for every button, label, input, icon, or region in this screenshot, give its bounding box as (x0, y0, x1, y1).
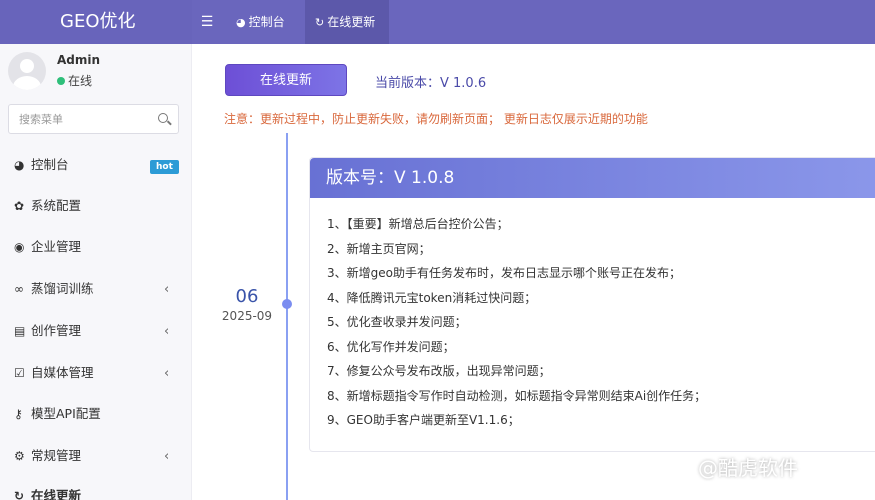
sidebar-item-label: 控制台 (31, 157, 69, 172)
user-circle-icon: ◉ (14, 240, 25, 254)
update-notice: 注意：更新过程中，防止更新失败，请勿刷新页面； 更新日志仅展示近期的功能 (224, 112, 648, 126)
checkbox-icon: ☑ (14, 366, 25, 380)
tab-dashboard[interactable]: ◕ 控制台 (236, 0, 302, 44)
hot-badge: hot (150, 160, 179, 174)
refresh-icon: ↻ (315, 16, 325, 29)
sidebar-item-label: 自媒体管理 (31, 365, 94, 380)
timeline-month: 2025-09 (221, 309, 273, 323)
avatar[interactable] (8, 52, 46, 90)
list-item: 6、优化写作并发问题； (327, 339, 455, 354)
list-item: 2、新增主页官网； (327, 241, 431, 256)
current-version: 当前版本：V 1.0.6 (375, 76, 487, 91)
sidebar-item-dashboard[interactable]: ◕ 控制台 hot (0, 145, 191, 185)
sidebar-item-self-media[interactable]: ☑ 自媒体管理 ‹ (0, 353, 191, 393)
sidebar-item-label: 常规管理 (31, 448, 82, 463)
watermark: @酷虎软件 (698, 456, 798, 480)
search-input[interactable] (9, 105, 149, 133)
sidebar-item-label: 模型API配置 (31, 406, 101, 421)
dashboard-icon: ◕ (236, 16, 246, 29)
dashboard-icon: ◕ (14, 158, 25, 172)
gears-icon: ⚙ (14, 449, 25, 463)
gear-icon: ✿ (14, 199, 25, 213)
sidebar-item-label: 蒸馏词训练 (31, 281, 94, 296)
user-status-label: 在线 (68, 74, 93, 88)
timeline-day: 06 (235, 286, 259, 307)
timeline-dot (282, 299, 292, 309)
sidebar-item-label: 系统配置 (31, 198, 82, 213)
list-item: 7、修复公众号发布改版，出现异常问题； (327, 364, 551, 378)
chevron-left-icon: ‹ (164, 324, 170, 339)
changelog-card: 版本号：V 1.0.8 1、【重要】新增总后台控价公告； 2、新增主页官网； 3… (309, 157, 875, 452)
tab-dashboard-label: 控制台 (248, 15, 285, 29)
user-status: 在线 (57, 72, 92, 89)
chevron-left-icon: ‹ (164, 449, 170, 464)
menu-search (8, 104, 179, 134)
timeline-line (286, 133, 288, 500)
tab-online-update-label: 在线更新 (327, 15, 376, 29)
sidebar-item-system-config[interactable]: ✿ 系统配置 (0, 186, 191, 226)
list-item: 8、新增标题指令写作时自动检测，如标题指令异常则结束Ai创作任务； (327, 388, 707, 403)
sidebar-item-content-creation[interactable]: ▤ 创作管理 ‹ (0, 311, 191, 351)
list-item: 5、优化查收录并发问题； (327, 315, 467, 329)
tab-online-update[interactable]: ↻ 在线更新 (305, 0, 389, 44)
chevron-left-icon: ‹ (164, 282, 170, 297)
chevron-left-icon: ‹ (164, 366, 170, 381)
sidebar-item-model-api[interactable]: ⚷ 模型API配置 (0, 394, 191, 434)
list-item: 1、【重要】新增总后台控价公告； (327, 217, 509, 231)
document-icon: ▤ (14, 324, 26, 338)
changelog-list: 1、【重要】新增总后台控价公告； 2、新增主页官网； 3、新增geo助手有任务发… (327, 215, 706, 436)
hamburger-icon[interactable]: ☰ (192, 0, 222, 44)
sidebar-item-label: 创作管理 (31, 323, 82, 338)
user-name: Admin (57, 53, 101, 67)
search-icon[interactable] (158, 113, 168, 123)
refresh-icon: ↻ (14, 489, 25, 500)
list-item: 9、GEO助手客户端更新至V1.1.6； (327, 413, 520, 427)
list-item: 4、降低腾讯元宝token消耗过快问题； (327, 290, 537, 305)
changelog-card-header: 版本号：V 1.0.8 (310, 158, 875, 198)
online-update-button[interactable]: 在线更新 (225, 64, 347, 96)
sidebar-item-enterprise[interactable]: ◉ 企业管理 (0, 227, 191, 267)
app-title: GEO优化 (0, 0, 192, 44)
version-title: 版本号：V 1.0.8 (326, 168, 455, 188)
online-status-dot (57, 77, 65, 85)
sidebar-item-online-update[interactable]: ↻ 在线更新 (0, 476, 191, 500)
sidebar-item-label: 企业管理 (31, 239, 82, 254)
sidebar-item-label: 在线更新 (31, 488, 82, 500)
list-item: 3、新增geo助手有任务发布时，发布日志显示哪个账号正在发布； (327, 266, 681, 280)
sidebar-item-general[interactable]: ⚙ 常规管理 ‹ (0, 436, 191, 476)
key-icon: ⚷ (14, 407, 23, 421)
sidebar-item-distill-training[interactable]: ∞ 蒸馏词训练 ‹ (0, 269, 191, 309)
top-bar: GEO优化 ☰ ◕ 控制台 ↻ 在线更新 (0, 0, 875, 44)
link-icon: ∞ (14, 282, 24, 296)
